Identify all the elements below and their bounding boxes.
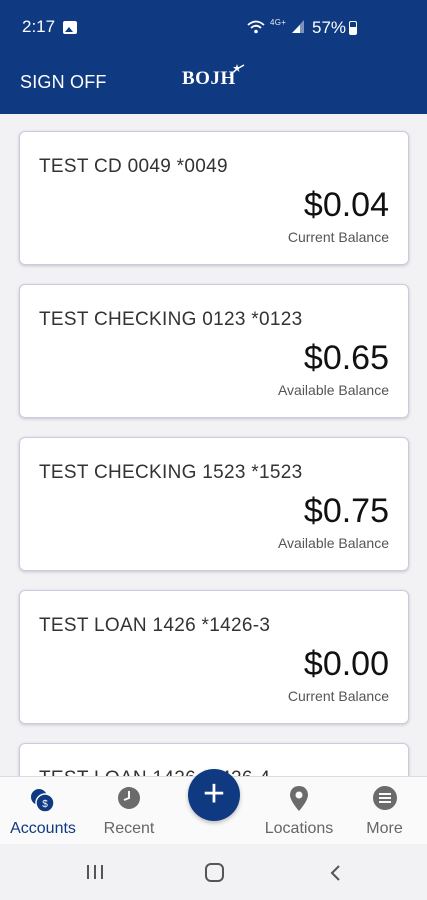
- account-name: TEST LOAN 1426 *1426-3: [39, 615, 271, 636]
- status-bar: 2:17 4G+ 57%: [0, 0, 427, 46]
- nav-recent-label: Recent: [103, 820, 155, 837]
- signal-icon: [292, 20, 304, 33]
- nav-accounts-label: Accounts: [10, 820, 76, 837]
- add-button[interactable]: +: [188, 769, 240, 821]
- recent-apps-icon[interactable]: [86, 864, 104, 880]
- app-header: SIGN OFF BOJH: [0, 46, 427, 114]
- status-time: 2:17: [22, 17, 56, 36]
- location-pin-icon: [290, 786, 308, 811]
- balance-type-label: Current Balance: [287, 229, 389, 245]
- account-name: TEST CHECKING 0123 *0123: [39, 309, 303, 330]
- nav-locations-label: Locations: [264, 820, 334, 837]
- bottom-navigation: $ Accounts Recent + Locations More: [0, 769, 427, 845]
- nav-locations[interactable]: Locations: [256, 777, 342, 845]
- account-balance: $0.00: [303, 645, 389, 683]
- nav-more[interactable]: More: [342, 777, 427, 845]
- balance-type-label: Available Balance: [277, 382, 389, 398]
- account-card[interactable]: TEST CHECKING 0123 *0123 $0.65 Available…: [19, 284, 409, 418]
- balance-type-label: Available Balance: [277, 535, 389, 551]
- account-balance: $0.65: [303, 339, 389, 377]
- nav-accounts[interactable]: $ Accounts: [0, 777, 86, 845]
- network-type-label: 4G+: [270, 18, 287, 27]
- account-name: TEST CHECKING 1523 *1523: [39, 462, 303, 483]
- menu-icon: [372, 786, 397, 810]
- account-balance: $0.04: [303, 186, 389, 224]
- battery-percentage: 57%: [312, 18, 347, 37]
- system-navigation-bar: [0, 844, 427, 900]
- balance-type-label: Current Balance: [287, 688, 389, 704]
- accounts-coins-icon: $: [31, 789, 55, 813]
- image-notification-icon: [63, 21, 77, 34]
- battery-icon: [349, 21, 357, 35]
- back-icon[interactable]: [328, 864, 342, 882]
- account-balance: $0.75: [303, 492, 389, 530]
- wifi-icon: [247, 20, 265, 34]
- accounts-list[interactable]: TEST CD 0049 *0049 $0.04 Current Balance…: [0, 114, 427, 776]
- nav-recent[interactable]: Recent: [86, 777, 172, 845]
- sign-off-button[interactable]: SIGN OFF: [20, 72, 107, 93]
- account-name: TEST CD 0049 *0049: [39, 156, 228, 177]
- account-card[interactable]: TEST CD 0049 *0049 $0.04 Current Balance: [19, 131, 409, 265]
- account-card[interactable]: TEST CHECKING 1523 *1523 $0.75 Available…: [19, 437, 409, 571]
- account-card[interactable]: TEST LOAN 1426 *1426-3 $0.00 Current Bal…: [19, 590, 409, 724]
- account-name: TEST LOAN 1426 *1426-4: [39, 768, 270, 776]
- nav-more-label: More: [366, 820, 403, 837]
- home-icon[interactable]: [205, 863, 224, 882]
- svg-text:$: $: [42, 799, 48, 810]
- clock-icon: [118, 787, 140, 809]
- logo-star-icon: [229, 64, 245, 76]
